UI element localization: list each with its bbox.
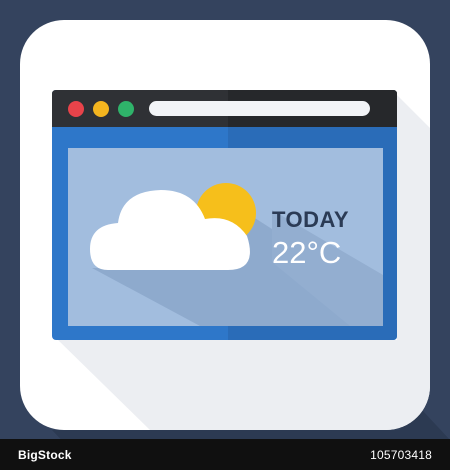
temperature-value: 22°C	[272, 235, 342, 270]
weather-app-icon: TODAY 22°C BigStock 105703418	[0, 0, 450, 470]
watermark-image-id: 105703418	[370, 447, 432, 462]
maximize-dot-icon[interactable]	[118, 101, 134, 117]
url-bar[interactable]	[149, 101, 370, 116]
close-dot-icon[interactable]	[68, 101, 84, 117]
icon-artwork	[20, 20, 450, 470]
watermark-band: BigStock 105703418	[0, 439, 450, 470]
today-label: TODAY	[272, 207, 350, 232]
minimize-dot-icon[interactable]	[93, 101, 109, 117]
weather-readout: TODAY 22°C	[272, 208, 349, 270]
watermark-brand: BigStock	[18, 447, 72, 462]
